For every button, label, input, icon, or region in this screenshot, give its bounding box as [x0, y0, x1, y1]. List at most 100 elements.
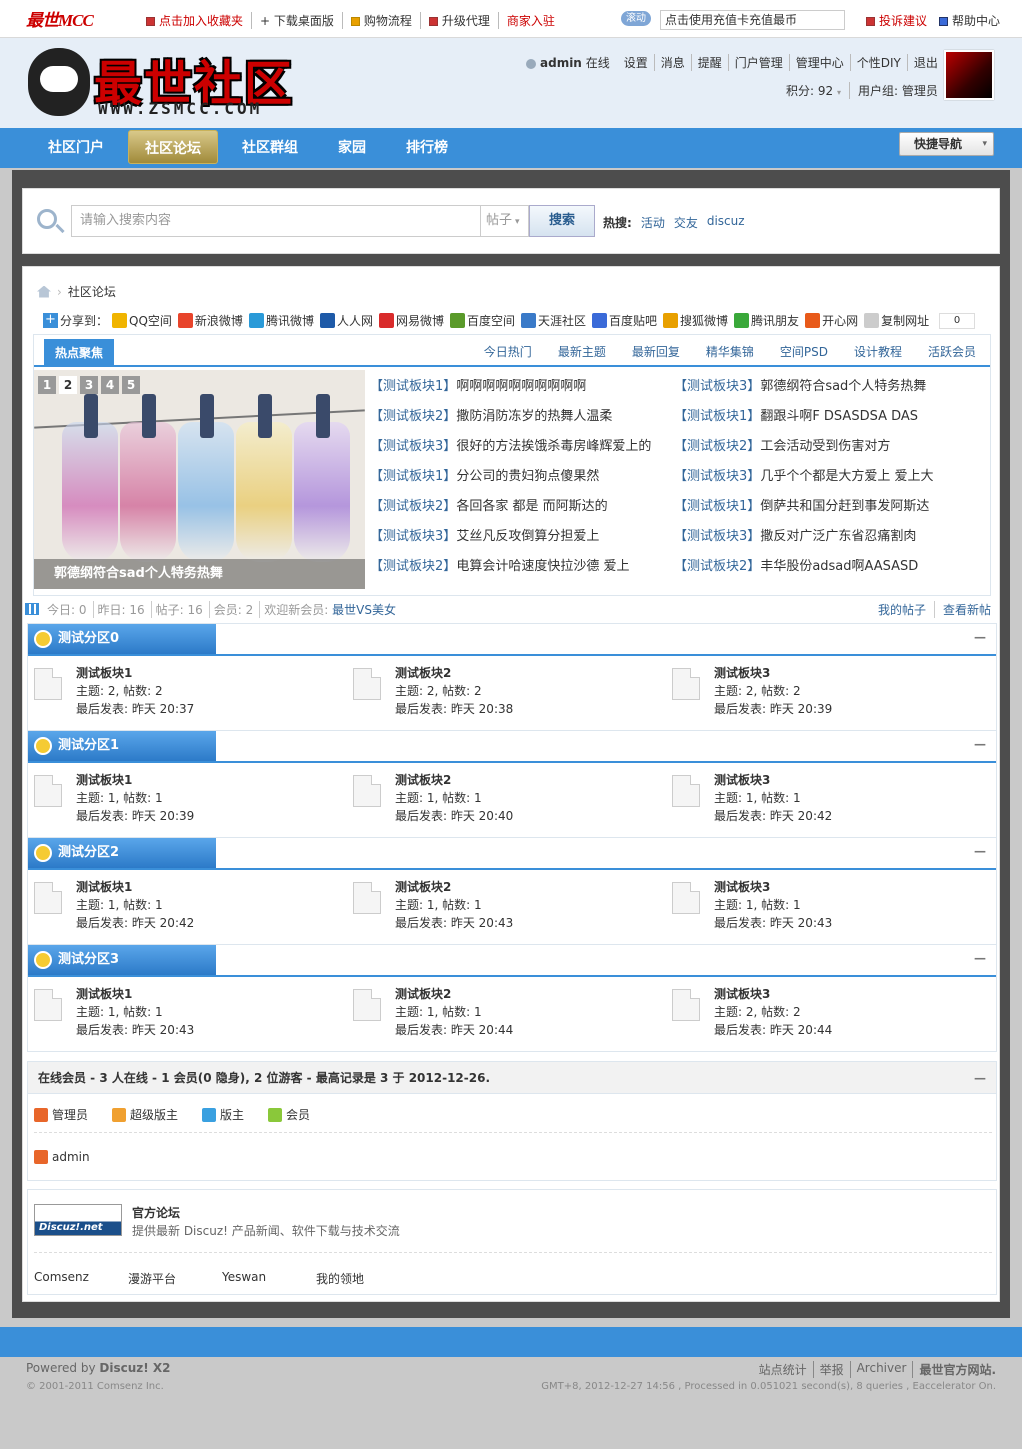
hot-tab[interactable]: 设计教程 [854, 343, 902, 360]
nav-home[interactable]: 家园 [322, 130, 382, 164]
home-icon[interactable] [37, 285, 51, 298]
forum-name-link[interactable]: 测试板块1 [76, 985, 132, 1002]
forum-name-link[interactable]: 测试板块3 [714, 985, 770, 1002]
collapse-icon[interactable]: — [974, 844, 986, 858]
footer-link-archiver[interactable]: Archiver [851, 1361, 914, 1378]
share-item[interactable]: 复制网址 [864, 313, 929, 328]
image-slider[interactable]: 12345 郭德纲符合sad个人特务热舞 [34, 370, 365, 589]
complaint-link[interactable]: 投诉建议 [860, 12, 933, 29]
nav-ranking[interactable]: 排行榜 [390, 130, 464, 164]
thread-title-link[interactable]: 分公司的贵妇狗点傻果然 [456, 469, 599, 484]
brand-logo[interactable]: 最世MCC [26, 6, 94, 31]
forum-last-post[interactable]: 最后发表: 昨天 20:42 [76, 914, 194, 931]
agent-link[interactable]: 升级代理 [421, 12, 499, 29]
nav-portal[interactable]: 社区门户 [32, 130, 120, 164]
share-item[interactable]: 腾讯微博 [248, 313, 314, 328]
product-link[interactable]: Discuz! X2 [99, 1361, 170, 1375]
thread-title-link[interactable]: 各回各家 都是 而阿斯达的 [456, 499, 607, 514]
forum-name-link[interactable]: 测试板块3 [714, 878, 770, 895]
credit-dropdown[interactable]: 积分: 92 ▾ [778, 82, 850, 99]
thread-title-link[interactable]: 工会活动受到伤害对方 [760, 439, 890, 454]
forum-tag-link[interactable]: 【测试板块1】 [370, 379, 456, 394]
slide-page-button[interactable]: 3 [80, 376, 98, 394]
new-posts-link[interactable]: 查看新帖 [935, 601, 999, 618]
hot-keyword[interactable]: discuz [707, 214, 745, 231]
thread-title-link[interactable]: 翻跟斗啊F DSASDSA DAS [760, 409, 918, 424]
hot-tab[interactable]: 今日热门 [484, 343, 532, 360]
share-item[interactable]: 搜狐微博 [663, 313, 728, 328]
menu-diy[interactable]: 个性DIY [851, 54, 908, 71]
newest-member-link[interactable]: 最世VS美女 [332, 603, 396, 617]
hot-keyword[interactable]: 活动 [641, 214, 665, 231]
slide-page-button[interactable]: 5 [122, 376, 140, 394]
nav-groups[interactable]: 社区群组 [226, 130, 314, 164]
thread-title-link[interactable]: 郭德纲符合sad个人特务热舞 [760, 379, 926, 394]
quick-nav-button[interactable]: 快捷导航 [899, 132, 994, 156]
slide-page-button[interactable]: 1 [38, 376, 56, 394]
shopping-link[interactable]: 购物流程 [343, 12, 421, 29]
collapse-icon[interactable]: — [974, 630, 986, 644]
forum-name-link[interactable]: 测试板块3 [714, 771, 770, 788]
username-link[interactable]: admin [540, 56, 582, 70]
hot-tab[interactable]: 最新主题 [558, 343, 606, 360]
share-item[interactable]: 开心网 [805, 313, 858, 328]
forum-name-link[interactable]: 测试板块3 [714, 664, 770, 681]
thread-title-link[interactable]: 丰华股份adsad啊AASASD [760, 559, 918, 574]
share-item[interactable]: 百度空间 [449, 313, 515, 328]
scrolling-notice[interactable]: 点击使用充值卡充值最币 [660, 10, 845, 30]
search-button[interactable]: 搜索 [529, 205, 595, 237]
section-title[interactable]: 测试分区0 [28, 624, 216, 654]
collapse-icon[interactable]: — [974, 951, 986, 965]
section-header[interactable]: 测试分区0 — [28, 624, 996, 656]
menu-settings[interactable]: 设置 [618, 54, 655, 71]
my-posts-link[interactable]: 我的帖子 [870, 600, 935, 618]
thread-title-link[interactable]: 电算会计哈速度快拉沙德 爱上 [456, 559, 629, 574]
thread-title-link[interactable]: 啊啊啊啊啊啊啊啊啊啊 [456, 379, 586, 394]
forum-tag-link[interactable]: 【测试板块3】 [674, 379, 760, 394]
share-item[interactable]: 天涯社区 [521, 313, 586, 328]
forum-last-post[interactable]: 最后发表: 昨天 20:39 [714, 700, 832, 717]
online-header[interactable]: 在线会员 - 3 人在线 - 1 会员(0 隐身), 2 位游客 - 最高记录是… [28, 1062, 996, 1094]
section-header[interactable]: 测试分区1 — [28, 731, 996, 763]
forum-tag-link[interactable]: 【测试板块3】 [370, 529, 456, 544]
forum-last-post[interactable]: 最后发表: 昨天 20:44 [395, 1021, 513, 1038]
forum-last-post[interactable]: 最后发表: 昨天 20:39 [76, 807, 194, 824]
forum-tag-link[interactable]: 【测试板块1】 [370, 469, 456, 484]
text-link[interactable]: 我的领地 [316, 1270, 410, 1287]
section-title[interactable]: 测试分区1 [28, 731, 216, 761]
slide-page-button[interactable]: 2 [59, 376, 77, 394]
menu-admin-center[interactable]: 管理中心 [790, 54, 851, 71]
bookmark-link[interactable]: 点击加入收藏夹 [138, 12, 253, 29]
share-item[interactable]: 腾讯朋友 [734, 313, 799, 328]
forum-last-post[interactable]: 最后发表: 昨天 20:37 [76, 700, 194, 717]
forum-last-post[interactable]: 最后发表: 昨天 20:40 [395, 807, 513, 824]
online-user[interactable]: admin [34, 1150, 90, 1164]
thread-title-link[interactable]: 很好的方法挨饿杀毒房峰辉爱上的 [456, 439, 651, 454]
forum-name-link[interactable]: 测试板块2 [395, 985, 451, 1002]
text-link[interactable]: Yeswan [222, 1270, 316, 1287]
tab-hot-focus[interactable]: 热点聚焦 [44, 339, 114, 367]
share-item[interactable]: 新浪微博 [177, 313, 243, 328]
share-item[interactable]: 网易微博 [378, 313, 444, 328]
search-type-select[interactable]: 帖子 [481, 205, 529, 237]
forum-tag-link[interactable]: 【测试板块2】 [370, 559, 456, 574]
forum-last-post[interactable]: 最后发表: 昨天 20:43 [714, 914, 832, 931]
share-item[interactable]: 百度贴吧 [592, 313, 657, 328]
footer-link-report[interactable]: 举报 [814, 1361, 851, 1378]
breadcrumb-forum[interactable]: 社区论坛 [68, 283, 116, 300]
forum-last-post[interactable]: 最后发表: 昨天 20:42 [714, 807, 832, 824]
text-link[interactable]: Comsenz [34, 1270, 128, 1287]
forum-name-link[interactable]: 测试板块1 [76, 664, 132, 681]
text-link[interactable]: 漫游平台 [128, 1270, 222, 1287]
section-header[interactable]: 测试分区2 — [28, 838, 996, 870]
section-header[interactable]: 测试分区3 — [28, 945, 996, 977]
collapse-icon[interactable]: — [974, 1062, 986, 1094]
hot-tab[interactable]: 空间PSD [780, 343, 828, 360]
thread-title-link[interactable]: 几乎个个都是大方爱上 爱上大 [760, 469, 933, 484]
footer-link-official[interactable]: 最世官方网站. [913, 1361, 996, 1378]
site-logo[interactable]: 最世社区 WWW.ZSMCC.COM [28, 44, 303, 122]
forum-name-link[interactable]: 测试板块1 [76, 878, 132, 895]
slide-caption[interactable]: 郭德纲符合sad个人特务热舞 [34, 559, 365, 589]
forum-name-link[interactable]: 测试板块2 [395, 878, 451, 895]
forum-tag-link[interactable]: 【测试板块3】 [674, 529, 760, 544]
